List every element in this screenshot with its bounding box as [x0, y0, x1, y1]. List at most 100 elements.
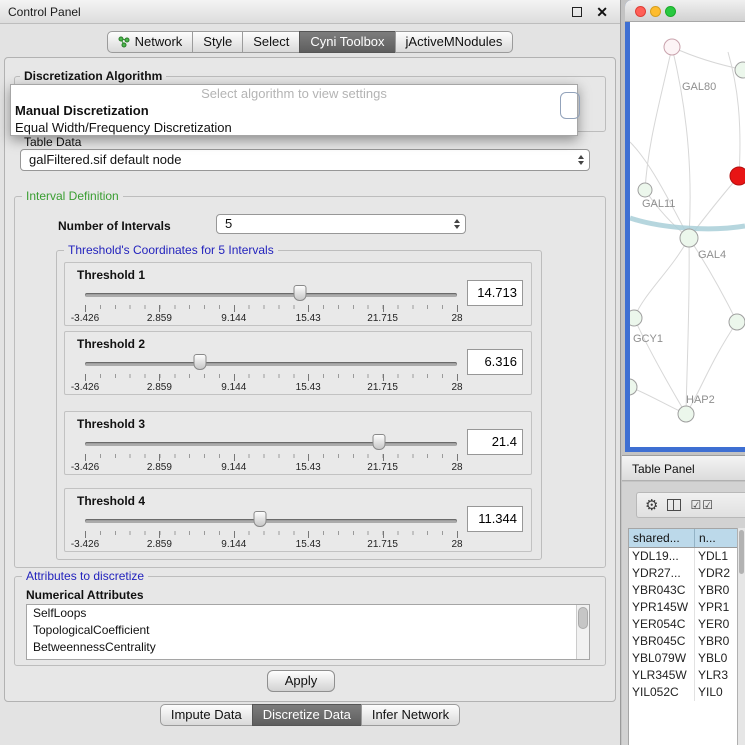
threshold-3-value-field[interactable]: 21.4 [467, 429, 523, 455]
table-row[interactable]: YBR045CYBR0 [629, 633, 737, 650]
cell[interactable]: YDL19... [629, 548, 695, 565]
slider-major-ticks [85, 454, 457, 461]
num-intervals-combobox[interactable]: 5 [216, 214, 466, 234]
threshold-1-slider[interactable] [85, 285, 457, 303]
table-row[interactable]: YLR345WYLR3 [629, 667, 737, 684]
list-item[interactable]: SelfLoops [27, 605, 589, 622]
zoom-traffic-light-icon[interactable] [665, 6, 676, 17]
gear-icon[interactable]: ⚙ [645, 498, 658, 513]
tick-label: 21.715 [367, 539, 398, 550]
apply-button[interactable]: Apply [267, 670, 335, 692]
tab-select[interactable]: Select [242, 31, 300, 53]
cell[interactable]: YPR145W [629, 599, 695, 616]
tab-impute-data[interactable]: Impute Data [160, 704, 253, 726]
list-item[interactable]: TopologicalCoefficient [27, 622, 589, 639]
tab-cyni-toolbox[interactable]: Cyni Toolbox [299, 31, 395, 53]
cell[interactable]: YBR043C [629, 582, 695, 599]
table-row[interactable]: YBR043CYBR0 [629, 582, 737, 599]
cell[interactable]: YPR1 [695, 599, 737, 616]
tab-cyni-toolbox-label: Cyni Toolbox [310, 32, 384, 52]
tick-label: 21.715 [367, 313, 398, 324]
tick-label: 21.715 [367, 382, 398, 393]
scrollbar-thumb[interactable] [739, 530, 744, 574]
threshold-3-slider[interactable] [85, 434, 457, 452]
columns-icon[interactable] [667, 499, 681, 511]
tab-jactivemnodules-label: jActiveMNodules [406, 32, 503, 52]
scrollbar-thumb[interactable] [578, 607, 588, 629]
table-header-row: shared... n... [629, 529, 737, 548]
algorithm-option-manual[interactable]: Manual Discretization [11, 102, 577, 119]
threshold-2-value-field[interactable]: 6.316 [467, 349, 523, 375]
cell[interactable]: YER0 [695, 616, 737, 633]
combo-arrows-icon [454, 219, 460, 229]
cell[interactable]: YBL079W [629, 650, 695, 667]
tab-discretize-data[interactable]: Discretize Data [252, 704, 362, 726]
threshold-1-value-field[interactable]: 14.713 [467, 280, 523, 306]
threshold-4-value-field[interactable]: 11.344 [467, 506, 523, 532]
float-window-icon[interactable] [572, 7, 582, 17]
cell[interactable]: YBR0 [695, 633, 737, 650]
close-icon[interactable]: ✕ [596, 4, 608, 21]
cell[interactable]: YBR045C [629, 633, 695, 650]
cell[interactable]: YLR345W [629, 667, 695, 684]
network-icon [118, 36, 130, 48]
threshold-3-slider-thumb[interactable] [372, 434, 385, 450]
cell[interactable]: YIL052C [629, 684, 695, 701]
table-row[interactable]: YDL19...YDL1 [629, 548, 737, 565]
algorithm-option-equal-width[interactable]: Equal Width/Frequency Discretization [11, 119, 577, 136]
tab-network[interactable]: Network [107, 31, 194, 53]
node-label: HAP2 [686, 394, 715, 406]
column-header-shared-name[interactable]: shared... [629, 529, 695, 547]
cell[interactable]: YIL0 [695, 684, 737, 701]
threshold-4-slider-thumb[interactable] [253, 511, 266, 527]
close-traffic-light-icon[interactable] [635, 6, 646, 17]
control-panel-titlebar: Control Panel ✕ [0, 0, 620, 24]
table-data-label: Table Data [24, 135, 81, 149]
cell[interactable]: YDL1 [695, 548, 737, 565]
threshold-2-slider[interactable] [85, 354, 457, 372]
table-row[interactable]: YDR27...YDR2 [629, 565, 737, 582]
cell[interactable]: YBR0 [695, 582, 737, 599]
threshold-2-slider-thumb[interactable] [194, 354, 207, 370]
tab-infer-network[interactable]: Infer Network [361, 704, 460, 726]
threshold-1-slider-thumb[interactable] [293, 285, 306, 301]
select-columns-checkboxes-icon[interactable]: ☑☑ [690, 498, 714, 512]
combo-arrows-icon [578, 155, 584, 165]
tick-label: 15.43 [296, 313, 321, 324]
table-panel: ⚙ ☑☑ shared... n... YDL19...YDL1 YDR27..… [622, 482, 745, 745]
tick-label: 15.43 [296, 539, 321, 550]
list-scrollbar[interactable] [576, 605, 589, 659]
table-row[interactable]: YBL079WYBL0 [629, 650, 737, 667]
thresholds-group-title: Threshold's Coordinates for 5 Intervals [64, 243, 278, 257]
table-data-combobox[interactable]: galFiltered.sif default node [20, 149, 590, 171]
cell[interactable]: YDR2 [695, 565, 737, 582]
threshold-3-label: Threshold 3 [77, 417, 145, 431]
cell[interactable]: YLR3 [695, 667, 737, 684]
algorithm-combo-button[interactable] [560, 92, 580, 119]
tick-label: 15.43 [296, 462, 321, 473]
list-item[interactable]: BetweennessCentrality [27, 639, 589, 656]
tick-label: 2.859 [147, 539, 172, 550]
threshold-1-label: Threshold 1 [77, 268, 145, 282]
table-row[interactable]: YER054CYER0 [629, 616, 737, 633]
tick-label: 9.144 [221, 382, 246, 393]
tab-style[interactable]: Style [192, 31, 243, 53]
num-intervals-label: Number of Intervals [58, 219, 171, 233]
table-row[interactable]: YIL052CYIL0 [629, 684, 737, 701]
network-canvas[interactable]: GAL80 GAL11 GAL4 GCY1 HAP2 [630, 22, 745, 447]
tab-jactivemnodules[interactable]: jActiveMNodules [395, 31, 514, 53]
table-scrollbar[interactable] [737, 528, 745, 745]
threshold-4-slider[interactable] [85, 511, 457, 529]
tick-label: 28 [451, 382, 462, 393]
cell[interactable]: YDR27... [629, 565, 695, 582]
cell[interactable]: YBL0 [695, 650, 737, 667]
column-header-name[interactable]: n... [695, 529, 737, 547]
slider-tick-labels: -3.4262.8599.14415.4321.71528 [85, 313, 457, 324]
slider-track [85, 293, 457, 297]
slider-major-ticks [85, 374, 457, 381]
node-label: GAL11 [642, 198, 675, 210]
cell[interactable]: YER054C [629, 616, 695, 633]
table-row[interactable]: YPR145WYPR1 [629, 599, 737, 616]
minimize-traffic-light-icon[interactable] [650, 6, 661, 17]
selected-node[interactable] [730, 167, 745, 185]
